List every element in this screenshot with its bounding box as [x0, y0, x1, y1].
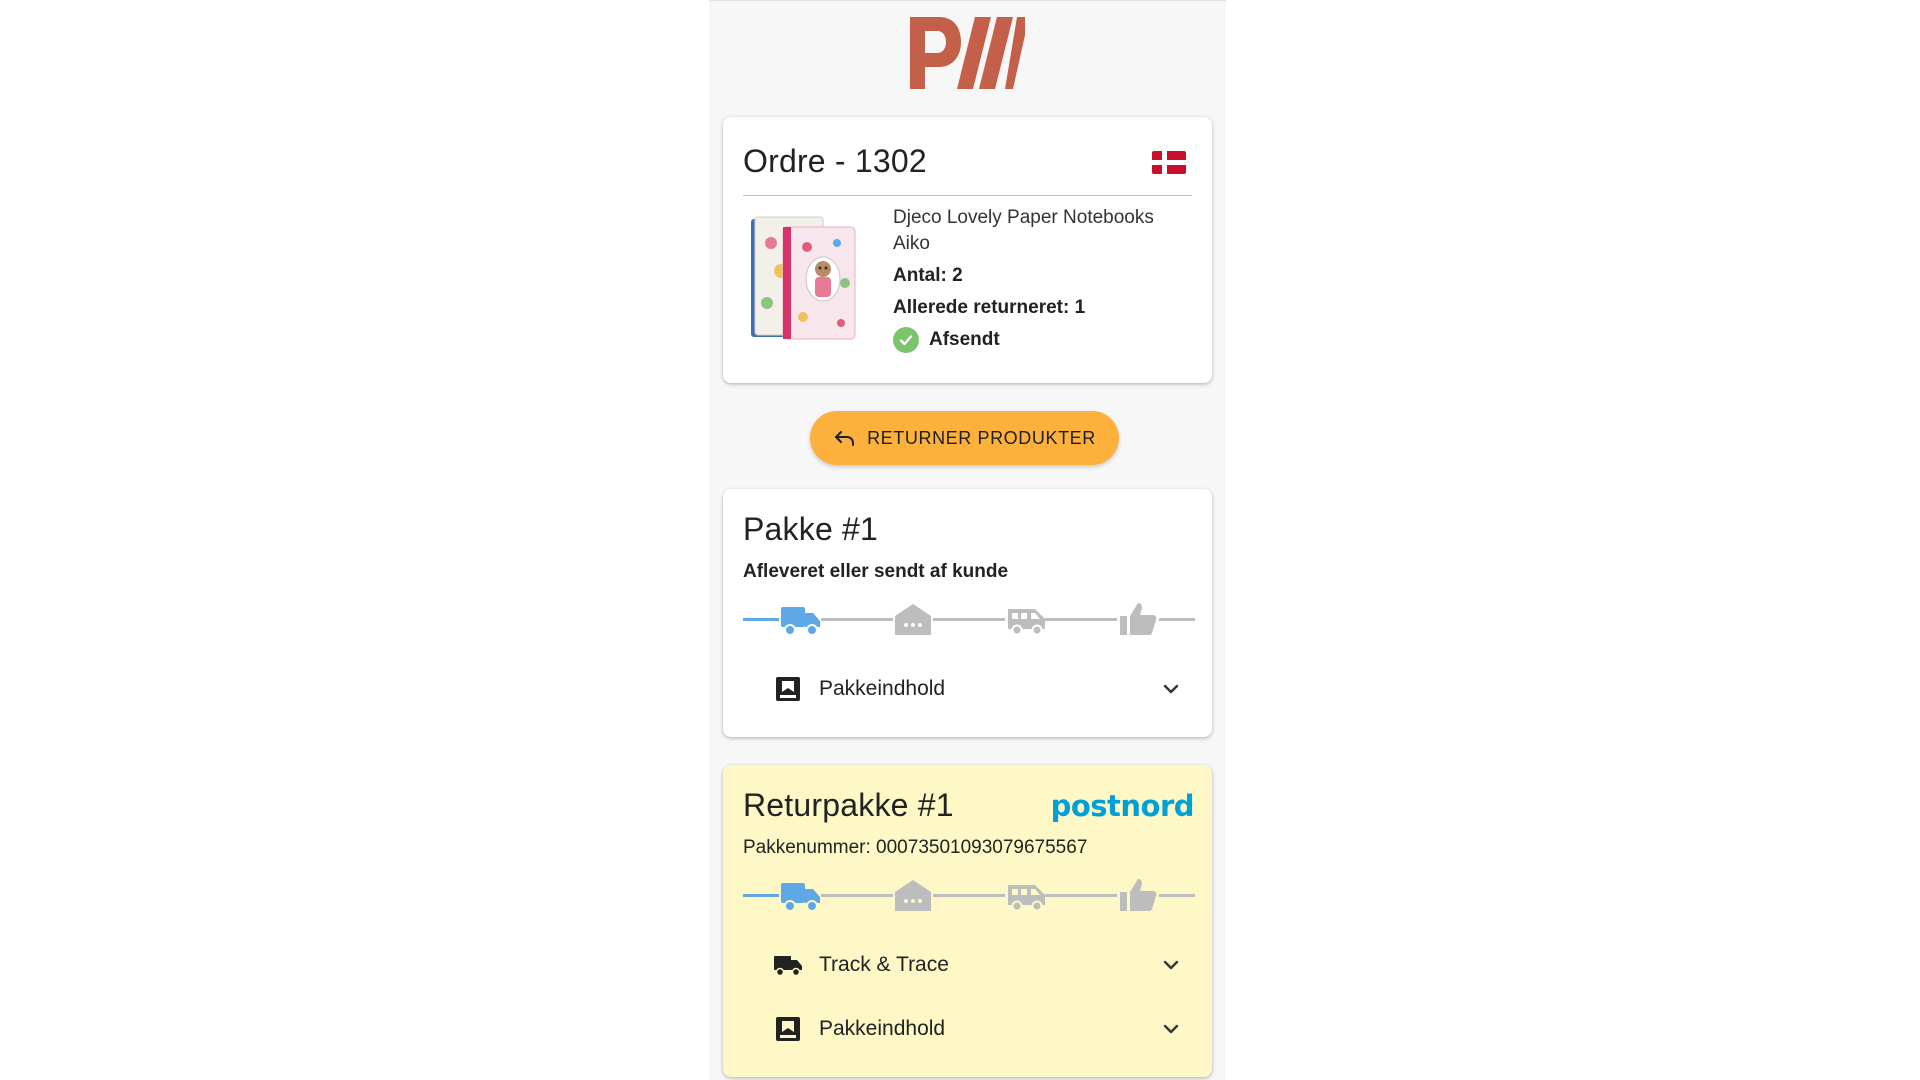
- package-tracker: [743, 595, 1195, 643]
- package-title: Pakke #1: [743, 511, 879, 547]
- product-already-returned: Allerede returneret: 1: [893, 297, 1086, 318]
- chevron-down-icon: [1163, 684, 1179, 694]
- product-quantity: Antal: 2: [893, 265, 963, 286]
- denmark-flag-icon: [1152, 151, 1186, 174]
- delivery-truck-icon: [781, 883, 820, 912]
- box-icon: [773, 1014, 803, 1044]
- warehouse-icon: [895, 880, 931, 911]
- van-icon: [1008, 885, 1045, 912]
- chevron-down-icon: [1163, 1024, 1179, 1034]
- order-card: Ordre - 1302 Djeco Lovely Paper Notebook…: [723, 117, 1212, 383]
- postnord-logo: postnord: [1050, 789, 1195, 823]
- track-and-trace-label: Track & Trace: [819, 953, 949, 976]
- order-divider: [743, 195, 1192, 196]
- track-and-trace-toggle[interactable]: Track & Trace: [773, 945, 1183, 985]
- van-icon: [1008, 609, 1045, 636]
- return-package-card: Returpakke #1 postnord Pakkenummer: 0007…: [723, 765, 1212, 1077]
- product-name: Djeco Lovely Paper Notebooks Aiko: [893, 207, 1154, 254]
- return-package-contents-label: Pakkeindhold: [819, 1017, 946, 1040]
- return-package-number: Pakkenummer: 00073501093079675567: [743, 837, 1088, 858]
- package-contents-toggle[interactable]: Pakkeindhold: [773, 669, 1183, 709]
- thumbs-up-icon: [1120, 879, 1157, 911]
- chevron-down-icon: [1163, 960, 1179, 970]
- content-column: Ordre - 1302 Djeco Lovely Paper Notebook…: [709, 0, 1226, 1080]
- status-label: Afsendt: [929, 329, 1000, 350]
- package-card: Pakke #1 Afleveret eller sendt af kunde: [723, 489, 1212, 737]
- product-info: Djeco Lovely Paper Notebooks Aiko Antal:…: [893, 205, 1193, 353]
- return-package-title: Returpakke #1: [743, 787, 954, 823]
- product-image: [751, 216, 856, 340]
- truck-icon: [773, 950, 803, 980]
- return-products-button[interactable]: RETURNER PRODUKTER: [810, 411, 1119, 465]
- package-contents-label: Pakkeindhold: [819, 677, 946, 700]
- return-products-label: RETURNER PRODUKTER: [867, 427, 1096, 448]
- box-icon: [773, 674, 803, 704]
- return-package-contents-toggle[interactable]: Pakkeindhold: [773, 1009, 1183, 1049]
- brand-logo: [910, 17, 1025, 89]
- undo-arrow-icon: [835, 431, 855, 446]
- return-package-tracker: [743, 871, 1195, 919]
- package-status: Afleveret eller sendt af kunde: [743, 561, 1009, 582]
- delivery-truck-icon: [781, 607, 820, 636]
- check-circle-icon: [893, 327, 919, 353]
- warehouse-icon: [895, 604, 931, 635]
- product-status: Afsendt: [893, 327, 1193, 353]
- thumbs-up-icon: [1120, 603, 1157, 635]
- order-title: Ordre - 1302: [743, 143, 927, 179]
